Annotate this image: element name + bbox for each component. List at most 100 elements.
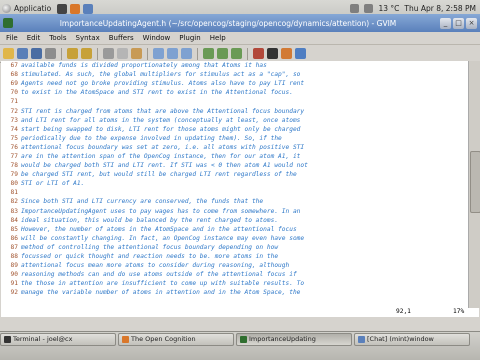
line-number: 87 <box>10 243 18 251</box>
load-session-icon[interactable] <box>203 48 214 59</box>
editor-line[interactable]: 67 available funds is divided proportiona… <box>1 61 479 70</box>
save-icon[interactable] <box>17 48 28 59</box>
copy-icon[interactable] <box>117 48 128 59</box>
browser-launcher-icon[interactable] <box>70 3 81 14</box>
menu-buffers[interactable]: Buffers <box>109 34 134 42</box>
menu-syntax[interactable]: Syntax <box>76 34 100 42</box>
editor-line[interactable]: 70 to exist in the AtomSpace and STI rent… <box>1 88 479 97</box>
undo-icon[interactable] <box>67 48 78 59</box>
menu-plugin[interactable]: Plugin <box>179 34 200 42</box>
line-number: 83 <box>10 207 18 215</box>
cursor-position: 92,1 <box>396 308 411 315</box>
save-session-icon[interactable] <box>217 48 228 59</box>
editor-line[interactable]: 68 stimulated. As such, the global multip… <box>1 70 479 79</box>
volume-icon[interactable] <box>364 4 374 13</box>
save-all-icon[interactable] <box>31 48 42 59</box>
screen: Applicatio 13 °C Thu Apr 8, 2:58 PM Impo… <box>0 0 480 360</box>
paste-icon[interactable] <box>131 48 142 59</box>
toolbar-separator <box>147 47 148 60</box>
minimize-button[interactable]: _ <box>440 17 451 29</box>
line-text: and LTI rent for all atoms in the system… <box>21 116 301 124</box>
editor-line[interactable]: 82 Since both STI and LTI currency are co… <box>1 197 479 206</box>
make-icon[interactable] <box>253 48 264 59</box>
open-icon[interactable] <box>3 48 14 59</box>
weather-label[interactable]: 13 °C <box>378 4 399 13</box>
terminal-launcher-icon[interactable] <box>57 3 68 14</box>
editor-line[interactable]: 85 However, the number of atoms in the At… <box>1 225 479 234</box>
tags-icon[interactable] <box>281 48 292 59</box>
line-number: 89 <box>10 262 18 270</box>
menu-edit[interactable]: Edit <box>27 34 41 42</box>
line-text: However, the number of atoms in the Atom… <box>21 225 297 233</box>
run-script-icon[interactable] <box>231 48 242 59</box>
editor-line[interactable]: 69 Agents need not go broke providing sti… <box>1 79 479 88</box>
editor-line[interactable]: 73 and LTI rent for all atoms in the syst… <box>1 116 479 125</box>
editor-text-area[interactable]: 67 available funds is divided proportiona… <box>1 61 479 308</box>
find-next-icon[interactable] <box>167 48 178 59</box>
editor-line[interactable]: 72 STI rent is charged from atoms that ar… <box>1 106 479 115</box>
find-prev-icon[interactable] <box>181 48 192 59</box>
editor-line[interactable]: 79 be charged STI rent, but would still b… <box>1 170 479 179</box>
editor-line[interactable]: 89 attentional focus mean more atoms to c… <box>1 261 479 270</box>
editor-line[interactable]: 83 ImportanceUpdatingAgent uses to pay wa… <box>1 207 479 216</box>
line-number: 92 <box>10 289 18 297</box>
line-number: 74 <box>10 125 18 133</box>
line-number: 80 <box>10 180 18 188</box>
mail-launcher-icon[interactable] <box>83 3 94 14</box>
menu-window[interactable]: Window <box>143 34 171 42</box>
line-text: STI rent is charged from atoms that are … <box>21 107 305 115</box>
taskbar-app-icon <box>358 336 365 343</box>
line-text: attentional focus boundary was set at ze… <box>21 143 305 151</box>
app-menu-icon[interactable] <box>2 4 11 13</box>
toolbar-separator <box>61 47 62 60</box>
find-icon[interactable] <box>153 48 164 59</box>
editor-line[interactable]: 88 focussed or quick thought and reaction… <box>1 252 479 261</box>
editor-line[interactable]: 87 method of controlling the attentional … <box>1 243 479 252</box>
editor-line[interactable]: 71 <box>1 97 479 106</box>
network-icon[interactable] <box>350 4 360 13</box>
clock[interactable]: Thu Apr 8, 2:58 PM <box>404 4 476 13</box>
close-button[interactable]: × <box>466 17 477 29</box>
editor-line[interactable]: 78 would be charged both STI and LTI rent… <box>1 161 479 170</box>
line-text: be charged STI rent, but would still be … <box>21 171 297 179</box>
panel-launchers <box>57 3 94 14</box>
editor-line[interactable]: 75 periodically due to the expense involv… <box>1 134 479 143</box>
taskbar-button[interactable]: ImportanceUpdating <box>236 333 352 346</box>
taskbar-button[interactable]: [Chat] (mint)window <box>354 333 470 346</box>
window-title: ImportanceUpdatingAgent.h (~/src/opencog… <box>59 18 397 28</box>
taskbar-button-label: ImportanceUpdating <box>249 335 316 343</box>
editor-line[interactable]: 86 will be constantly changing. In fact, … <box>1 234 479 243</box>
editor-line[interactable]: 76 attentional focus boundary was set at … <box>1 143 479 152</box>
editor-line[interactable]: 90 reasoning methods can and do use atoms… <box>1 270 479 279</box>
editor-line[interactable]: 81 <box>1 188 479 197</box>
line-text: ideal situation, this would be balanced … <box>21 216 279 224</box>
cut-icon[interactable] <box>103 48 114 59</box>
editor-line[interactable]: 91 the those in attention are insufficien… <box>1 279 479 288</box>
menu-tools[interactable]: Tools <box>49 34 66 42</box>
scrollbar-thumb[interactable] <box>470 151 480 213</box>
line-number: 79 <box>10 171 18 179</box>
line-number: 77 <box>10 152 18 160</box>
help-icon[interactable] <box>295 48 306 59</box>
editor-line[interactable]: 92 manage the variable number of atoms in… <box>1 288 479 297</box>
redo-icon[interactable] <box>81 48 92 59</box>
applications-menu[interactable]: Applicatio <box>14 4 51 13</box>
print-icon[interactable] <box>45 48 56 59</box>
editor-line[interactable]: 84 ideal situation, this would be balance… <box>1 216 479 225</box>
line-text: STI or LTI of A1. <box>21 180 85 188</box>
line-number: 90 <box>10 271 18 279</box>
maximize-button[interactable]: □ <box>453 17 464 29</box>
taskbar-app-icon <box>122 336 129 343</box>
editor-line[interactable]: 74 start being swapped to disk, LTI rent … <box>1 125 479 134</box>
editor-line[interactable]: 77 are in the attention span of the OpenC… <box>1 152 479 161</box>
vertical-scrollbar[interactable] <box>468 61 480 308</box>
taskbar-button[interactable]: Terminal - joel@cx <box>0 333 116 346</box>
menu-help[interactable]: Help <box>210 34 226 42</box>
line-number: 70 <box>10 89 18 97</box>
shell-icon[interactable] <box>267 48 278 59</box>
taskbar-button[interactable]: The Open Cognition <box>118 333 234 346</box>
menu-file[interactable]: File <box>6 34 18 42</box>
line-number: 76 <box>10 143 18 151</box>
editor-line[interactable]: 80 STI or LTI of A1. <box>1 179 479 188</box>
title-bar[interactable]: ImportanceUpdatingAgent.h (~/src/opencog… <box>0 14 480 32</box>
